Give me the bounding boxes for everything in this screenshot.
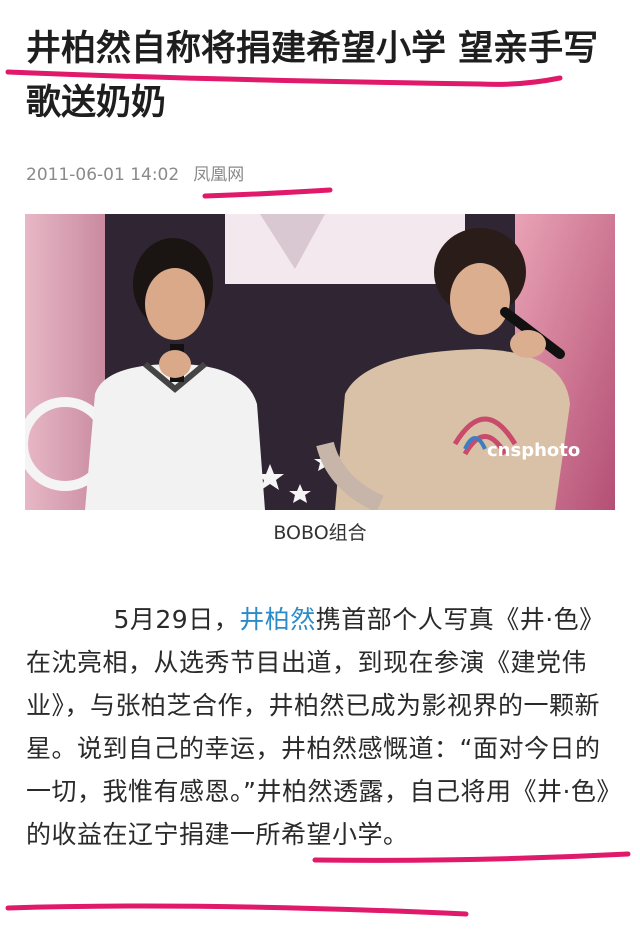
article-photo: cnsphoto	[25, 214, 615, 510]
source-underline	[202, 187, 333, 199]
photo-watermark: cnsphoto	[487, 440, 581, 461]
article-body: 5月29日，井柏然携首部个人写真《井·色》在沈亮相，从选秀节目出道，到现在参演《…	[26, 598, 620, 856]
body-text-start: 5月29日，	[113, 605, 240, 634]
article-meta: 2011-06-01 14:02 凤凰网	[26, 160, 244, 185]
concert-photo-image	[25, 214, 615, 510]
publish-date: 2011-06-01 14:02	[26, 165, 180, 185]
article-headline: 井柏然自称将捐建希望小学 望亲手写歌送奶奶	[26, 29, 599, 123]
body-text-rest: 携首部个人写真《井·色》在沈亮相，从选秀节目出道，到现在参演《建党伟业》，与张柏…	[26, 605, 610, 849]
person-link[interactable]: 井柏然	[239, 605, 316, 634]
source-name[interactable]: 凤凰网	[193, 165, 244, 185]
body-underline-2	[5, 903, 469, 917]
photo-caption: BOBO组合	[273, 522, 367, 544]
